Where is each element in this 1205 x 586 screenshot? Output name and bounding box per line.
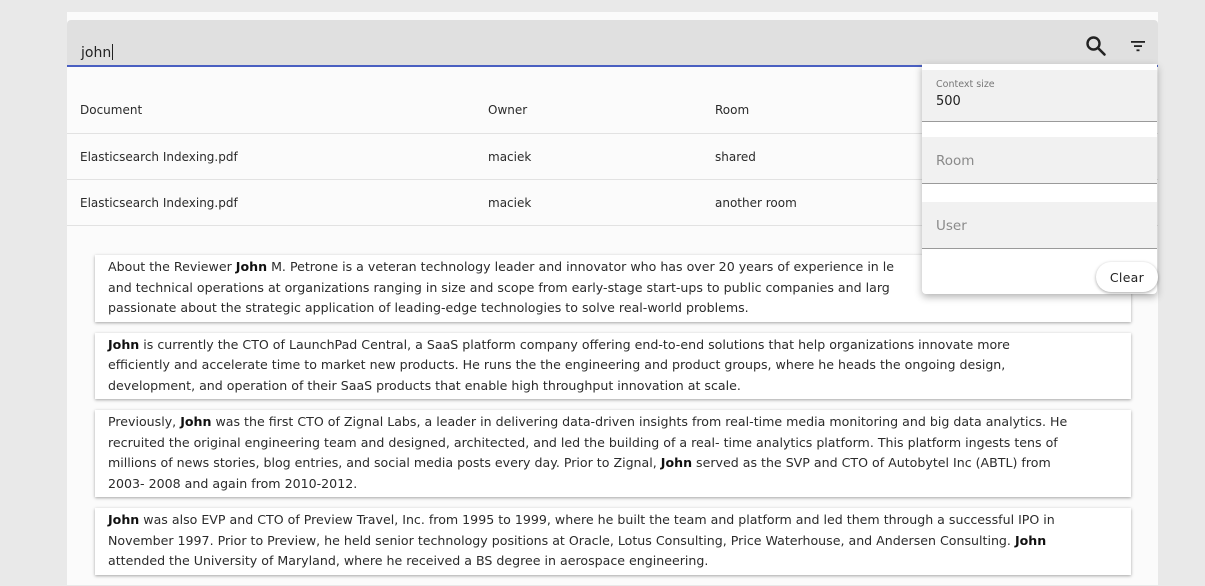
search-icon[interactable] bbox=[1084, 34, 1108, 58]
search-bar[interactable]: john bbox=[67, 20, 1158, 67]
highlight-term: John bbox=[660, 455, 693, 470]
room-placeholder: Room bbox=[936, 153, 975, 169]
snippet-text: passionate about the strategic applicati… bbox=[108, 300, 749, 315]
highlight-term: John bbox=[1014, 532, 1047, 548]
user-placeholder: User bbox=[936, 218, 967, 234]
document-cell: Elasticsearch Indexing.pdf bbox=[80, 195, 238, 210]
snippet-text: About the Reviewer bbox=[108, 259, 236, 274]
room-field[interactable]: Room bbox=[922, 137, 1157, 184]
filter-dropdown: Context size 500 Room User Clear bbox=[922, 64, 1158, 294]
snippet-text: was the first CTO of Zignal Labs, a lead… bbox=[211, 414, 1068, 429]
snippet-text: served as the SVP and CTO of Autobytel I… bbox=[692, 455, 1051, 470]
context-size-value: 500 bbox=[936, 94, 961, 109]
owner-cell: maciek bbox=[488, 149, 532, 164]
room-cell: shared bbox=[715, 149, 756, 164]
search-input[interactable]: john bbox=[81, 44, 114, 61]
snippet-card: Previously, John was the first CTO of Zi… bbox=[95, 410, 1131, 497]
column-header-document[interactable]: Document bbox=[80, 103, 142, 117]
snippet-text: millions of news stories, blog entries, … bbox=[108, 455, 661, 470]
column-header-owner[interactable]: Owner bbox=[488, 103, 527, 117]
highlight-term: John bbox=[235, 259, 268, 274]
snippet-text: Previously, bbox=[108, 414, 181, 429]
snippet-text: efficiently and accelerate time to marke… bbox=[108, 357, 1006, 372]
document-cell: Elasticsearch Indexing.pdf bbox=[80, 149, 238, 164]
snippet-text: M. Petrone is a veteran technology leade… bbox=[267, 259, 895, 274]
room-cell: another room bbox=[715, 195, 797, 210]
snippet-text: November 1997. Prior to Preview, he held… bbox=[108, 532, 1015, 548]
text-caret bbox=[112, 44, 114, 60]
result-snippets: About the Reviewer John M. Petrone is a … bbox=[95, 255, 1131, 586]
highlight-term: John bbox=[108, 336, 140, 352]
snippet-text: and technical operations at organization… bbox=[108, 279, 890, 295]
snippet-text: is currently the CTO of LaunchPad Centra… bbox=[139, 336, 1010, 352]
search-query: john bbox=[81, 45, 112, 61]
user-field[interactable]: User bbox=[922, 202, 1157, 249]
context-size-label: Context size bbox=[936, 79, 995, 90]
snippet-card: John was also EVP and CTO of Preview Tra… bbox=[95, 508, 1131, 575]
context-size-field[interactable]: Context size 500 bbox=[922, 70, 1157, 122]
snippet-text: was also EVP and CTO of Preview Travel, … bbox=[139, 512, 1055, 527]
highlight-term: John bbox=[180, 414, 212, 429]
snippet-text: development, and operation of their SaaS… bbox=[108, 377, 741, 393]
snippet-text: recruited the original engineering team … bbox=[108, 434, 1058, 450]
snippet-text: 2003- 2008 and again from 2010-2012. bbox=[108, 475, 358, 491]
snippet-text: attended the University of Maryland, whe… bbox=[108, 553, 709, 568]
highlight-term: John bbox=[108, 512, 140, 527]
owner-cell: maciek bbox=[488, 195, 532, 210]
snippet-card: John is currently the CTO of LaunchPad C… bbox=[95, 332, 1131, 399]
column-header-room[interactable]: Room bbox=[715, 103, 749, 117]
clear-button[interactable]: Clear bbox=[1096, 262, 1158, 292]
filter-icon[interactable] bbox=[1126, 34, 1150, 58]
